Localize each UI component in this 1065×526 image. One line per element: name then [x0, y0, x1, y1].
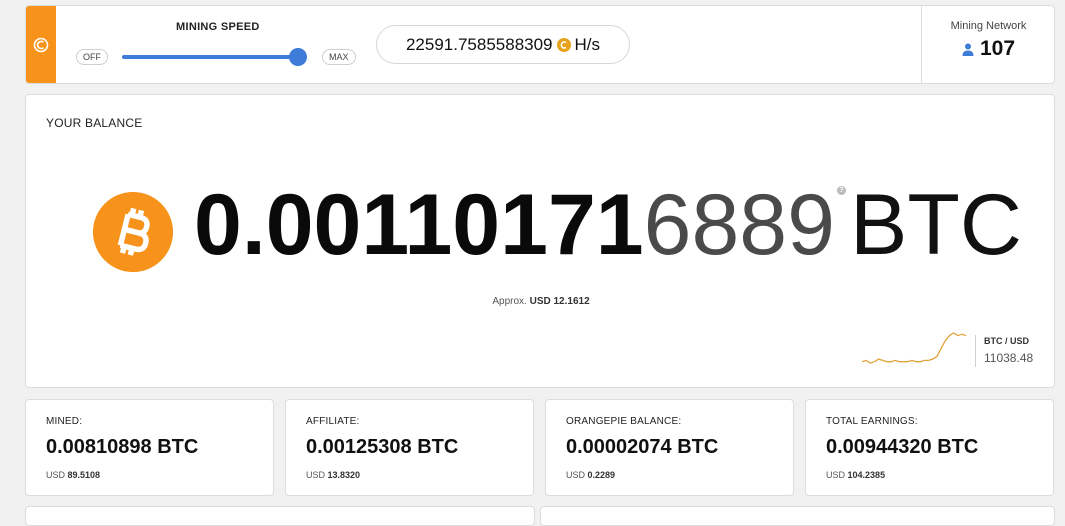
bottom-card-left [25, 506, 535, 526]
usd-prefix: USD [826, 470, 846, 480]
mining-network-title: Mining Network [950, 20, 1027, 32]
divider [975, 335, 976, 367]
usd-prefix: USD [566, 470, 586, 480]
affiliate-card: AFFILIATE: 0.00125308 BTC USD 13.8320 [285, 399, 534, 496]
balance-amount-fraction: 6889 [643, 177, 835, 273]
top-bar: MINING SPEED OFF MAX 22591.7585588309 H/… [25, 5, 1055, 84]
coin-icon [556, 37, 571, 52]
mined-card: MINED: 0.00810898 BTC USD 89.5108 [25, 399, 274, 496]
approx-prefix: Approx. [492, 296, 527, 307]
usd-prefix: USD [46, 470, 66, 480]
usd-value: 0.2289 [587, 470, 616, 480]
bottom-card-right [540, 506, 1055, 526]
stat-usd: USD 0.2289 [566, 470, 615, 480]
network-count-value: 107 [979, 37, 1016, 60]
balance-card: YOUR BALANCE 0.00110171 6889? BTC Approx. … [25, 94, 1055, 388]
approx-value: USD 12.1612 [529, 296, 590, 307]
stat-label: MINED: [46, 416, 83, 427]
hashrate-unit: H/s [574, 34, 601, 54]
help-icon[interactable]: ? [836, 186, 846, 195]
stat-label: AFFILIATE: [306, 416, 360, 427]
user-icon [962, 43, 974, 56]
orangepie-balance-card: ORANGEPIE BALANCE: 0.00002074 BTC USD 0.… [545, 399, 794, 496]
balance-title: YOUR BALANCE [46, 116, 143, 130]
stat-usd: USD 104.2385 [826, 470, 885, 480]
hashrate-value: 22591.7585588309 [405, 34, 553, 54]
usd-value: 13.8320 [327, 470, 361, 480]
usd-value: 89.5108 [67, 470, 101, 480]
stat-value: 0.00810898 BTC [46, 436, 199, 458]
stat-label: ORANGEPIE BALANCE: [566, 416, 682, 427]
balance-amount-main: 0.00110171 [194, 177, 644, 273]
mining-network-count: 107 [922, 37, 1055, 61]
slider-fill [122, 55, 298, 59]
orange-c-logo-icon [33, 37, 49, 52]
mining-speed-slider[interactable] [122, 48, 307, 66]
total-earnings-card: TOTAL EARNINGS: 0.00944320 BTC USD 104.2… [805, 399, 1054, 496]
bitcoin-icon [93, 192, 173, 272]
stat-usd: USD 89.5108 [46, 470, 100, 480]
balance-amount: 0.00110171 6889? BTC [194, 175, 1022, 275]
rate-pair: BTC / USD [984, 336, 1029, 346]
speed-off-button[interactable]: OFF [76, 49, 108, 65]
btc-usd-sparkline [861, 332, 967, 364]
stat-value: 0.00125308 BTC [306, 436, 459, 458]
hashrate-display: 22591.7585588309 H/s [376, 25, 630, 64]
rate-value: 11038.48 [984, 351, 1034, 365]
usd-value: 104.2385 [847, 470, 886, 480]
slider-thumb[interactable] [289, 48, 307, 66]
balance-unit: BTC [849, 177, 1022, 273]
brand-logo[interactable] [26, 6, 56, 83]
stat-label: TOTAL EARNINGS: [826, 416, 918, 427]
sparkline-line [861, 332, 967, 364]
stat-usd: USD 13.8320 [306, 470, 360, 480]
stat-value: 0.00944320 BTC [826, 436, 979, 458]
approx-usd: Approx. USD 12.1612 [26, 296, 1056, 307]
stat-value: 0.00002074 BTC [566, 436, 719, 458]
speed-max-button[interactable]: MAX [322, 49, 356, 65]
usd-prefix: USD [306, 470, 326, 480]
mining-speed-title: MINING SPEED [176, 21, 260, 33]
